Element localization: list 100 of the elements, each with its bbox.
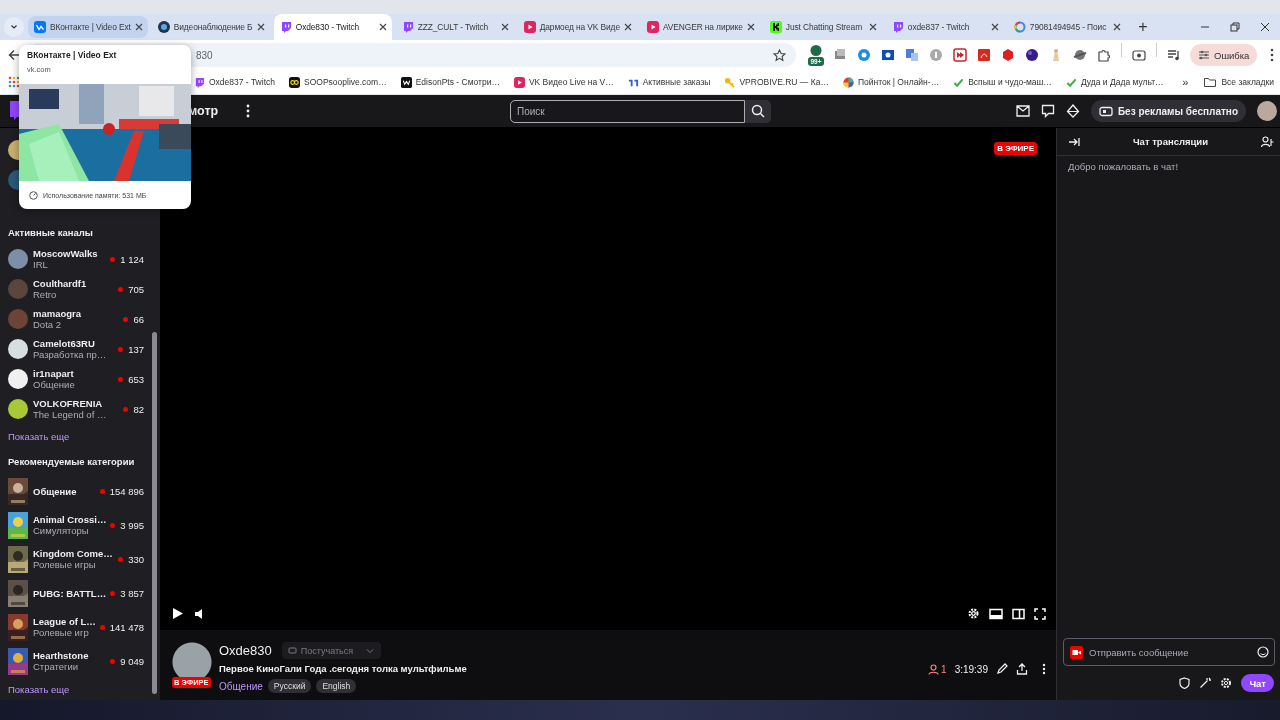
emoji-icon[interactable] xyxy=(1257,646,1269,658)
users-icon[interactable] xyxy=(1261,135,1274,148)
bookmark-link[interactable]: Дуда и Дада мульт… xyxy=(1065,76,1164,88)
inbox-icon[interactable] xyxy=(1015,105,1030,117)
bookmark-link[interactable]: Пойнток | Онлайн-… xyxy=(842,76,940,88)
show-more-link[interactable]: Показать еще xyxy=(0,424,152,448)
chat-input[interactable]: Отправить сообщение xyxy=(1063,638,1275,666)
side-panel-icon[interactable] xyxy=(1012,607,1025,620)
viewer-count: 3 995 xyxy=(120,519,144,531)
category-name[interactable]: League of L… xyxy=(33,616,95,627)
live-dot xyxy=(110,522,116,528)
bookmark-link[interactable]: Вспыш и чудо-маш… xyxy=(953,76,1052,88)
ticket-icon xyxy=(1098,105,1113,117)
category-name[interactable]: Hearthstone xyxy=(33,650,106,661)
close-icon[interactable] xyxy=(990,23,999,31)
bookmark-link[interactable]: VPROBIVE.RU — Ка… xyxy=(724,76,829,88)
viewer-count: 1 124 xyxy=(120,253,144,265)
collapse-icon[interactable] xyxy=(1068,136,1080,147)
puzzle-icon[interactable] xyxy=(1097,48,1111,62)
settings-icon[interactable] xyxy=(1220,677,1233,689)
bookmark-link[interactable]: Активные заказы xyxy=(627,76,711,88)
close-icon[interactable] xyxy=(746,23,755,31)
tag[interactable]: Русский xyxy=(267,679,312,693)
screenshot-icon[interactable] xyxy=(1132,48,1146,62)
extension-icon[interactable] xyxy=(1073,48,1087,62)
browser-tab[interactable]: Just Chatting Stream xyxy=(763,14,882,40)
close-icon[interactable] xyxy=(378,23,387,31)
close-icon[interactable] xyxy=(868,23,877,31)
channel-name[interactable]: MoscowWalks xyxy=(33,248,106,259)
site-icon xyxy=(34,21,46,33)
playlist-icon[interactable] xyxy=(1167,48,1181,62)
more-icon[interactable] xyxy=(246,104,251,118)
browser-tab[interactable]: 79081494945 - Поис xyxy=(1007,14,1126,40)
channel-name[interactable]: mamaogra xyxy=(33,308,119,319)
channel-name[interactable]: ir1napart xyxy=(33,368,114,379)
category-name[interactable]: Kingdom Come… xyxy=(33,548,114,559)
bookmark-link[interactable]: Oxde837 - Twitch xyxy=(194,76,275,88)
fullscreen-icon[interactable] xyxy=(1034,607,1046,620)
channel-avatar[interactable] xyxy=(172,642,212,677)
share-icon[interactable] xyxy=(1016,663,1028,675)
pencil-icon[interactable] xyxy=(996,663,1008,675)
close-icon[interactable] xyxy=(500,23,509,31)
bookmark-link[interactable]: EdisonPts - Смотри… xyxy=(400,76,500,88)
category-name[interactable]: PUBG: BATTL… xyxy=(33,587,106,599)
shield-icon[interactable] xyxy=(1179,677,1191,689)
scrollbar-thumb[interactable] xyxy=(152,332,157,694)
category-label: Ролевые игр xyxy=(33,627,90,638)
menu-icon[interactable] xyxy=(1269,48,1274,62)
apps-grid-icon[interactable] xyxy=(8,76,20,88)
chat-bubble-icon[interactable] xyxy=(1040,104,1055,118)
bookmark-link[interactable]: SOOPsooplive.com… xyxy=(289,76,387,88)
diamond-icon[interactable] xyxy=(1065,104,1080,118)
browser-tab[interactable]: Видеонаблюдение Б xyxy=(151,14,270,40)
user-avatar[interactable] xyxy=(1257,101,1277,121)
show-more-link[interactable]: Показать еще xyxy=(0,678,152,700)
close-icon[interactable] xyxy=(1112,23,1121,31)
new-tab-button[interactable]: + xyxy=(1131,16,1154,38)
wand-icon[interactable] xyxy=(1199,677,1212,689)
chat-button[interactable]: Чат xyxy=(1241,674,1274,692)
close-icon[interactable] xyxy=(256,23,265,31)
search-button[interactable] xyxy=(745,99,771,123)
more-bookmarks-button[interactable]: » xyxy=(1182,76,1189,88)
channel-name[interactable]: VOLKOFRENIA xyxy=(33,398,119,409)
live-dot xyxy=(99,624,105,630)
category-name[interactable]: Animal Crossi… xyxy=(33,514,106,525)
category-link[interactable]: Общение xyxy=(219,680,263,692)
close-icon xyxy=(1260,22,1270,32)
person-icon xyxy=(928,663,940,675)
browser-tab[interactable]: ZZZ_CULT - Twitch xyxy=(395,14,514,40)
category-label: Dota 2 xyxy=(33,319,62,330)
play-icon[interactable] xyxy=(172,607,184,620)
browser-tab[interactable]: Дармоед на VK Виде xyxy=(517,14,637,40)
profile-button[interactable]: Ошибка xyxy=(1190,44,1258,66)
browser-tab[interactable]: ВКонтакте | Video Ext xyxy=(28,16,148,38)
theater-mode-icon[interactable] xyxy=(989,607,1003,620)
live-dot xyxy=(110,590,116,596)
search-field[interactable]: Поиск xyxy=(510,99,745,123)
category-name[interactable]: Общение xyxy=(33,485,95,497)
star-icon[interactable] xyxy=(773,48,786,62)
more-icon[interactable] xyxy=(1042,663,1046,675)
close-icon[interactable] xyxy=(134,23,143,31)
channel-name[interactable]: Camelot63RU xyxy=(33,338,114,349)
browser-tab[interactable]: AVENGER на лирике xyxy=(640,14,760,40)
ad-free-button[interactable]: Без рекламы бесплатно xyxy=(1090,100,1246,122)
site-icon xyxy=(1065,76,1077,88)
tag[interactable]: English xyxy=(316,679,357,693)
channel-name[interactable]: Oxde830 xyxy=(219,643,272,658)
channel-name[interactable]: Coulthardf1 xyxy=(33,278,114,289)
category-label: The Legend of … xyxy=(33,409,108,420)
camera-icon[interactable] xyxy=(1070,645,1083,659)
bookmark-link[interactable]: VK Видео Live на V… xyxy=(513,76,614,88)
extension-icon[interactable] xyxy=(881,48,895,62)
live-dot xyxy=(110,658,116,664)
extension-icon[interactable] xyxy=(810,45,822,56)
all-bookmarks-button[interactable]: Все закладки xyxy=(1204,77,1274,87)
browser-tab[interactable]: oxde837 - Twitch xyxy=(885,14,1004,40)
browser-tab[interactable]: Oxde830 - Twitch xyxy=(273,14,392,40)
extension-icon[interactable] xyxy=(1025,48,1039,62)
close-icon[interactable] xyxy=(623,23,632,31)
extension-icon[interactable] xyxy=(953,48,967,62)
